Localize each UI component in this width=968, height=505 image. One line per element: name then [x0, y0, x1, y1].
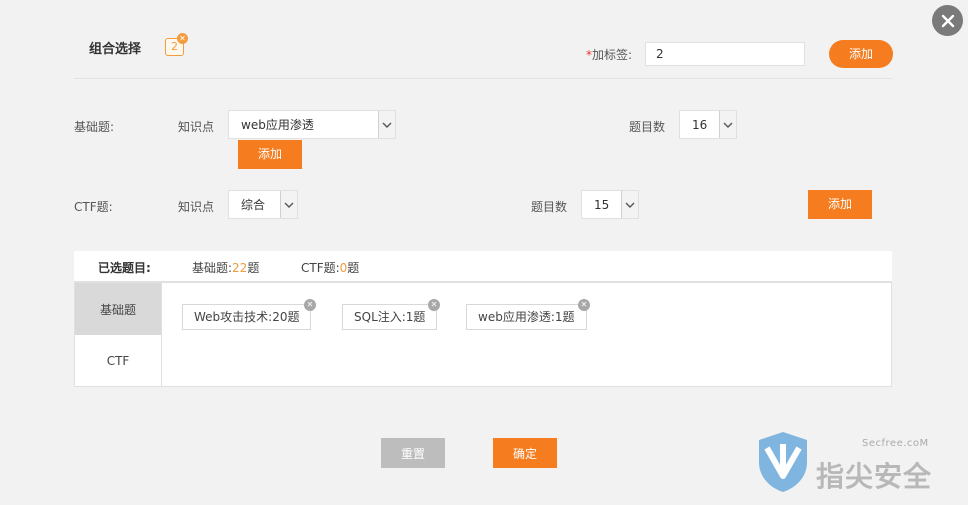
header-divider: [74, 78, 892, 79]
chevron-down-icon: [719, 111, 736, 138]
selected-summary-bar: 已选题目: 基础题:22题 CTF题:0题: [74, 251, 892, 282]
reset-button[interactable]: 重置: [381, 438, 445, 468]
basic-knowledge-label: 知识点: [178, 120, 215, 134]
selected-ctf-summary: CTF题:0题: [301, 259, 359, 276]
ctf-count-label: 题目数: [531, 200, 568, 214]
dialog-title: 组合选择: [89, 42, 142, 57]
basic-count-select[interactable]: 16: [679, 110, 737, 139]
remove-tag-icon[interactable]: ✕: [578, 299, 590, 311]
basic-knowledge-select[interactable]: web应用渗透: [228, 110, 396, 139]
tag-label: *加标签:: [586, 46, 632, 63]
selected-title: 已选题目:: [98, 261, 151, 275]
chevron-down-icon: [621, 191, 638, 218]
selected-ctf-suffix: 题: [347, 261, 360, 275]
selected-basic-summary: 基础题:22题: [192, 259, 259, 276]
ctf-count-select[interactable]: 15: [581, 190, 639, 219]
tag-input[interactable]: 2: [645, 42, 805, 66]
chevron-down-icon: [280, 191, 297, 218]
selected-tag: SQL注入:1题: [342, 304, 438, 330]
close-button[interactable]: [932, 5, 963, 36]
basic-add-button[interactable]: 添加: [238, 140, 302, 169]
basic-row-label: 基础题:: [74, 120, 115, 134]
tab-basic[interactable]: 基础题: [75, 283, 161, 335]
selected-basic-count: 22: [232, 261, 248, 275]
ctf-knowledge-value: 综合: [241, 198, 266, 212]
watermark-site: Secfree.coM: [862, 438, 929, 449]
selected-tag: Web攻击技术:20题: [182, 304, 312, 330]
badge-close-icon[interactable]: ✕: [177, 33, 188, 44]
ctf-row-label: CTF题:: [74, 200, 113, 214]
panel-tab-list: 基础题 CTF: [75, 283, 162, 386]
watermark-brand: 指尖安全: [816, 460, 933, 493]
tag-add-button[interactable]: 添加: [829, 40, 893, 68]
selected-basic-prefix: 基础题:: [192, 261, 233, 275]
ctf-count-value: 15: [594, 197, 610, 212]
shield-logo-icon: [759, 432, 807, 492]
selected-tag: web应用渗透:1题: [466, 304, 587, 330]
basic-count-value: 16: [692, 117, 708, 132]
remove-tag-icon[interactable]: ✕: [428, 299, 440, 311]
ctf-knowledge-select[interactable]: 综合: [228, 190, 298, 219]
tab-ctf[interactable]: CTF: [75, 335, 161, 387]
close-icon: [941, 14, 954, 27]
tag-label-text: 加标签:: [592, 48, 633, 62]
basic-knowledge-value: web应用渗透: [241, 118, 314, 132]
basic-count-label: 题目数: [629, 120, 666, 134]
ctf-add-button[interactable]: 添加: [808, 190, 872, 219]
selected-ctf-prefix: CTF题:: [301, 261, 340, 275]
selected-basic-suffix: 题: [247, 261, 260, 275]
selected-panel: 基础题 CTF Web攻击技术:20题 ✕ SQL注入:1题 ✕ web应用渗透…: [74, 282, 892, 387]
confirm-button[interactable]: 确定: [493, 438, 557, 468]
chevron-down-icon: [378, 111, 395, 138]
ctf-knowledge-label: 知识点: [178, 200, 215, 214]
remove-tag-icon[interactable]: ✕: [304, 299, 316, 311]
